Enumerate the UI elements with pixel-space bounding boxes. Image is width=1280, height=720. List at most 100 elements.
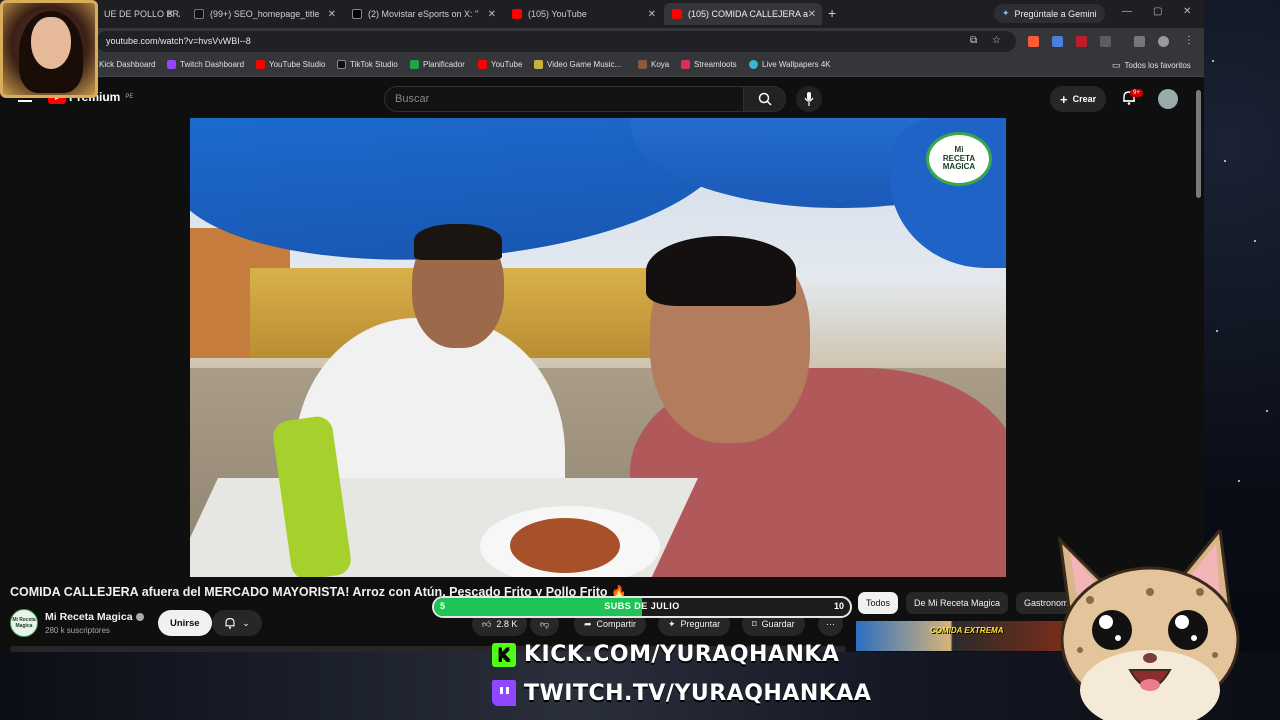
browser-tab[interactable]: (105) YouTube ✕ [504,3,662,25]
bookmark[interactable]: Video Game Music... [534,60,621,69]
tab-title: (105) COMIDA CALLEJERA a [688,9,809,19]
tiktok-icon [337,60,346,69]
scrollbar-thumb[interactable] [1196,90,1201,198]
subs-goal-progress-bar: 5 SUBS DE JULIO 10 [432,596,852,618]
cast-icon[interactable]: ⧉ [970,35,977,46]
x-icon [352,9,362,19]
browser-tab[interactable]: (2) Movistar eSports on X: " ✕ [344,3,502,25]
bookmark-label: Planificador [423,60,465,69]
channel-name[interactable]: Mi Receta Magica [45,611,144,623]
video-player[interactable]: Mi RECETA MAGICA [190,118,1006,577]
like-count: 2.8 K [496,619,518,629]
bookmark-label: YouTube [491,60,523,69]
star [1212,60,1214,62]
new-tab-button[interactable]: + [828,5,836,21]
browser-tab[interactable]: (99+) SEO_homepage_title ✕ [186,3,342,25]
puzzle-icon[interactable] [1100,36,1111,47]
search-input[interactable]: Buscar [384,86,744,112]
bookmark-label: Live Wallpapers 4K [762,60,831,69]
bookmark[interactable]: YouTube [478,60,522,69]
menu-dots-icon[interactable]: ⋮ [1184,35,1194,46]
planner-icon [410,60,419,69]
bookmark[interactable]: Streamloots [681,60,737,69]
goal-max: 10 [833,601,844,611]
create-button[interactable]: + Crear [1050,86,1107,112]
youtube-icon [672,9,682,19]
bookmark-label: Twitch Dashboard [180,60,245,69]
star [1254,240,1256,242]
more-dots-icon: ⋯ [826,618,835,629]
close-icon[interactable]: ✕ [808,9,816,20]
twitch-url: TWITCH.TV/YURAQHANKAA [524,680,872,706]
screen: UE DE POLLO BRA ✕ (99+) SEO_homepage_tit… [0,0,1280,720]
thumbs-down-icon: 👎︎ [540,618,550,629]
tab-title: (99+) SEO_homepage_title [210,9,320,19]
bookmark[interactable]: TikTok Studio [337,60,398,69]
join-button[interactable]: Unirse [158,610,212,636]
thumbnail-caption: COMIDA EXTREMA [930,626,1004,635]
bookmark[interactable]: YouTube Studio [256,60,325,69]
user-avatar[interactable] [1158,89,1178,109]
youtube-studio-icon [256,60,265,69]
tab-title: (2) Movistar eSports on X: " [368,9,479,19]
chevron-down-icon: ⌄ [242,617,250,628]
extension-icon[interactable] [1076,36,1087,47]
bookmark-label: Todos los favoritos [1124,61,1191,70]
search-button[interactable] [744,86,786,112]
search-placeholder: Buscar [395,93,430,105]
bookmarks-bar: Kick Dashboard Twitch Dashboard YouTube … [0,55,1204,77]
extension-icon[interactable] [1028,36,1039,47]
translate-icon[interactable] [1052,36,1063,47]
cat-mascot-icon [1057,530,1240,720]
browser-tab[interactable]: UE DE POLLO BRA ✕ [96,3,180,25]
bookmark[interactable]: Koya [638,60,669,69]
twitch-icon [492,680,516,706]
bookmark-star-icon[interactable]: ☆ [992,35,1001,46]
twitch-link: TWITCH.TV/YURAQHANKAA [492,680,871,706]
gemini-button[interactable]: ✦ Pregúntale a Gemini [994,4,1105,23]
close-window-button[interactable]: ✕ [1183,6,1191,17]
wallpaper-icon [749,60,758,69]
kick-url: KICK.COM/YURAQHANKA [524,642,840,667]
gemini-icon: ✦ [1002,8,1010,18]
minimize-button[interactable]: — [1122,6,1132,17]
avatar-face [31,17,71,69]
create-label: Crear [1072,94,1097,104]
mic-icon [804,92,814,106]
share-icon: ➦ [584,618,592,629]
close-icon[interactable]: ✕ [648,9,656,20]
tab-strip: UE DE POLLO BRA ✕ (99+) SEO_homepage_tit… [0,0,1204,28]
video-person-hair [414,224,502,260]
plus-icon: + [1060,91,1068,107]
close-icon[interactable]: ✕ [488,9,496,20]
bookmark[interactable]: Planificador [410,60,465,69]
voice-search-button[interactable] [796,86,822,112]
music-icon [534,60,543,69]
subscription-bell-button[interactable]: ⌄ [212,610,262,636]
url-input[interactable]: youtube.com/watch?v=hvsVvWBI--8 [96,31,1016,52]
bookmark[interactable]: Twitch Dashboard [167,60,244,69]
all-bookmarks-folder[interactable]: ▭ Todos los favoritos [1112,60,1191,71]
streamloots-icon [681,60,690,69]
bookmark-label: Video Game Music... [547,60,622,69]
star [1216,330,1218,332]
bell-icon [225,618,235,629]
thumbs-up-icon: 👍︎ [482,618,492,629]
chip-all[interactable]: Todos [858,592,899,614]
chip-channel[interactable]: De Mi Receta Magica [906,592,1009,614]
channel-name-text[interactable]: Mi Receta Magica [45,611,133,623]
bookmark-label: Koya [651,60,670,69]
browser-tab-active[interactable]: (105) COMIDA CALLEJERA a ✕ [664,3,822,25]
notification-count-badge: 9+ [1130,89,1143,97]
channel-avatar[interactable]: Mi Receta Magica [10,609,38,637]
close-icon[interactable]: ✕ [166,9,174,20]
star [1224,160,1226,162]
bookmark-label: YouTube Studio [269,60,326,69]
close-icon[interactable]: ✕ [328,9,336,20]
bookmark[interactable]: Live Wallpapers 4K [749,60,831,69]
maximize-button[interactable]: ▢ [1153,6,1162,17]
profile-icon[interactable] [1158,36,1169,47]
bookmark-label: Kick Dashboard [99,60,156,69]
video-person-hair [646,236,796,306]
media-icon[interactable] [1134,36,1145,47]
